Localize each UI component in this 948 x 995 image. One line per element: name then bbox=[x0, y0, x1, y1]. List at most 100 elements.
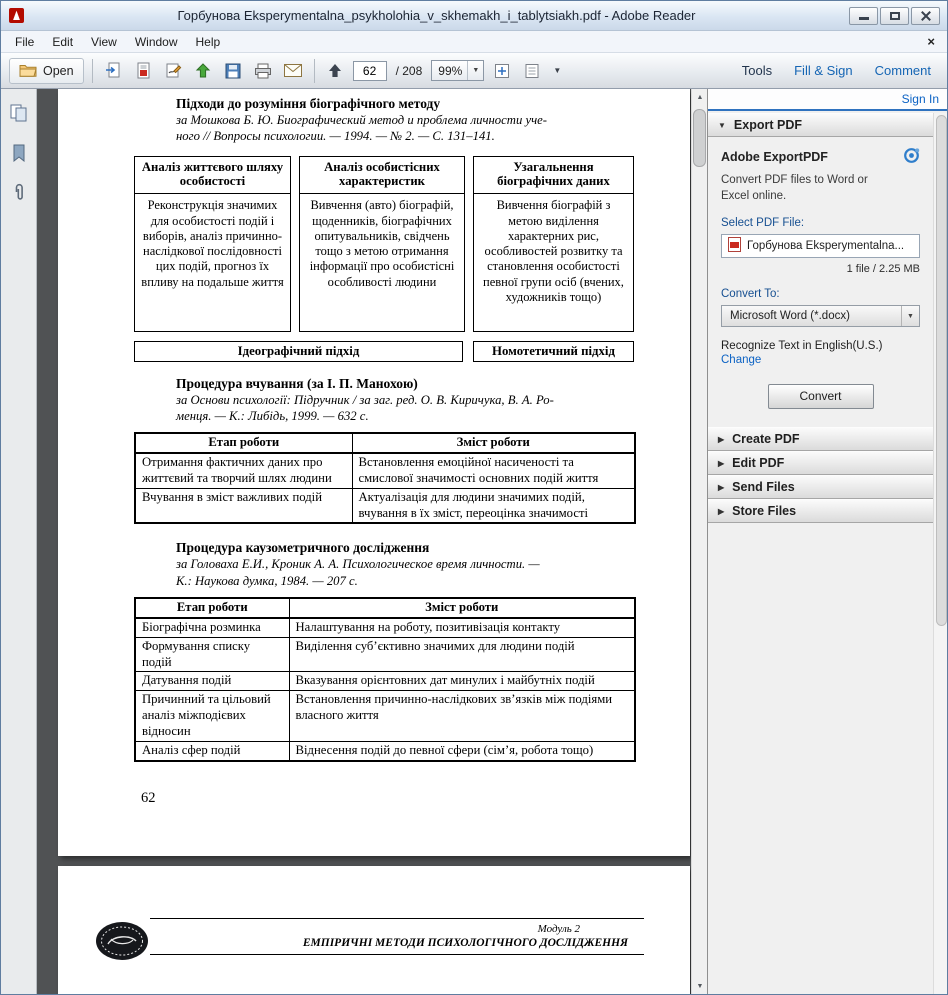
create-pdf-section-header[interactable]: ▶ Create PDF bbox=[708, 427, 933, 451]
adobe-reader-window: Горбунова Eksperymentalna_psykholohia_v_… bbox=[0, 0, 948, 995]
diagram-box-3: Узагальнення біографічних даних Вивчення… bbox=[473, 156, 634, 332]
footer-rule-bottom bbox=[150, 954, 644, 955]
restore-button[interactable] bbox=[880, 7, 909, 25]
tab-fill-sign[interactable]: Fill & Sign bbox=[794, 63, 853, 78]
page-number-input[interactable] bbox=[353, 61, 387, 81]
share-upload-icon[interactable] bbox=[191, 59, 216, 83]
scrollbar-thumb[interactable] bbox=[693, 109, 706, 167]
table-row: Біографічна розминка Налаштування на роб… bbox=[135, 618, 635, 637]
tab-comment[interactable]: Comment bbox=[875, 63, 931, 78]
table1-cell: Вчування в зміст важливих подій bbox=[135, 488, 352, 523]
nomothetic-approach-box: Номотетичний підхід bbox=[473, 341, 634, 362]
attachments-icon[interactable] bbox=[7, 181, 31, 205]
chevron-right-icon: ▶ bbox=[718, 507, 724, 516]
edit-pdf-section-header[interactable]: ▶ Edit PDF bbox=[708, 451, 933, 475]
table-row: Отримання фактичних даних про життєвий т… bbox=[135, 453, 635, 488]
diagram-box-1: Аналіз життєвого шляху особистості Рекон… bbox=[134, 156, 291, 332]
footer-module-label: Модуль 2 bbox=[150, 923, 644, 935]
table2-cell: Віднесення подій до певної сфери (сім’я,… bbox=[289, 741, 635, 760]
convert-to-select[interactable]: Microsoft Word (*.docx) ▼ bbox=[721, 305, 920, 327]
title-bar: Горбунова Eksperymentalna_psykholohia_v_… bbox=[1, 1, 947, 31]
section-title-2: Процедура вчування (за І. П. Манохою) bbox=[176, 376, 634, 392]
page-total-label: / 208 bbox=[396, 64, 423, 78]
email-icon[interactable] bbox=[281, 59, 306, 83]
page-thumbnails-icon[interactable] bbox=[7, 101, 31, 125]
file-count-size: 1 file / 2.25 MB bbox=[721, 263, 920, 275]
pdf-page-63: Модуль 2 ЕМПІРИЧНІ МЕТОДИ ПСИХОЛОГІЧНОГО… bbox=[58, 866, 690, 994]
panel-body: ▼ Export PDF Adobe ExportPDF Convert PDF… bbox=[708, 113, 933, 994]
citation-3-line1: за Головаха Е.И., Кроник А. А. Психологи… bbox=[176, 556, 634, 572]
scroll-down-icon[interactable]: ▼ bbox=[692, 978, 708, 994]
diagram-footer-row: Ідеографічний підхід Номотетичний підхід bbox=[134, 341, 634, 362]
export-pdf-panel: Adobe ExportPDF Convert PDF files to Wor… bbox=[708, 137, 933, 427]
menu-help[interactable]: Help bbox=[187, 32, 230, 52]
menu-file[interactable]: File bbox=[6, 32, 43, 52]
sign-in-bar: Sign In bbox=[708, 89, 948, 111]
export-product-name: Adobe ExportPDF bbox=[721, 150, 828, 164]
table-row: Формування списку подій Виділення суб’єк… bbox=[135, 637, 635, 672]
panel-scrollbar-thumb[interactable] bbox=[936, 115, 947, 626]
selected-file-chip[interactable]: Горбунова Eksperymentalna... bbox=[721, 234, 920, 258]
table2-header-stage: Етап роботи bbox=[135, 598, 289, 618]
menu-view[interactable]: View bbox=[82, 32, 126, 52]
document-scrollbar[interactable]: ▲ ▼ bbox=[691, 89, 707, 994]
export-convert-icon[interactable] bbox=[101, 59, 126, 83]
sign-document-icon[interactable] bbox=[161, 59, 186, 83]
zoom-dropdown-icon[interactable]: ▼ bbox=[467, 61, 483, 80]
open-button[interactable]: Open bbox=[9, 58, 84, 84]
export-description: Convert PDF files to Word or Excel onlin… bbox=[721, 173, 897, 204]
menu-window[interactable]: Window bbox=[126, 32, 187, 52]
sign-in-link[interactable]: Sign In bbox=[902, 92, 939, 106]
menu-bar: File Edit View Window Help × bbox=[1, 31, 947, 53]
close-button[interactable] bbox=[911, 7, 940, 25]
fit-window-icon[interactable] bbox=[489, 59, 514, 83]
panel-scrollbar[interactable] bbox=[933, 113, 948, 994]
document-area[interactable]: Підходи до розуміння біографічного метод… bbox=[37, 89, 691, 994]
section-title-1: Підходи до розуміння біографічного метод… bbox=[176, 96, 634, 112]
recognize-text-label: Recognize Text in English(U.S.) bbox=[721, 340, 920, 352]
footer-rules: Модуль 2 ЕМПІРИЧНІ МЕТОДИ ПСИХОЛОГІЧНОГО… bbox=[150, 918, 644, 955]
toolbar-separator bbox=[92, 59, 93, 83]
diagram-box-2-header: Аналіз особистісних характеристик bbox=[300, 157, 464, 195]
citation-1-line2: ного // Вопросы психологии. — 1994. — № … bbox=[176, 128, 634, 144]
edit-pdf-label: Edit PDF bbox=[732, 456, 784, 470]
save-icon[interactable] bbox=[221, 59, 246, 83]
table-row: Аналіз сфер подій Віднесення подій до пе… bbox=[135, 741, 635, 760]
chevron-down-icon: ▼ bbox=[718, 121, 726, 130]
adobe-reader-icon bbox=[8, 8, 24, 24]
scroll-up-icon[interactable]: ▲ bbox=[692, 89, 708, 105]
table2-cell: Виділення суб’єктивно значимих для людин… bbox=[289, 637, 635, 672]
table-row: Причинний та цільовий аналіз міжподієвих… bbox=[135, 691, 635, 742]
toolbar-overflow-icon[interactable]: ▼ bbox=[549, 66, 565, 75]
diagram-box-2: Аналіз особистісних характеристик Вивчен… bbox=[299, 156, 465, 332]
create-pdf-icon[interactable] bbox=[131, 59, 156, 83]
convert-button[interactable]: Convert bbox=[768, 384, 874, 409]
minimize-button[interactable] bbox=[849, 7, 878, 25]
table1-header-content: Зміст роботи bbox=[352, 433, 635, 453]
page-number: 62 bbox=[141, 790, 634, 807]
open-button-label: Open bbox=[43, 64, 74, 78]
export-pdf-header-label: Export PDF bbox=[734, 118, 802, 132]
zoom-control[interactable]: 99% ▼ bbox=[431, 60, 484, 81]
close-document-icon[interactable]: × bbox=[927, 34, 935, 49]
send-files-section-header[interactable]: ▶ Send Files bbox=[708, 475, 933, 499]
change-language-link[interactable]: Change bbox=[721, 354, 920, 366]
diagram-box-3-header: Узагальнення біографічних даних bbox=[474, 157, 633, 195]
previous-page-icon[interactable] bbox=[323, 59, 348, 83]
store-files-section-header[interactable]: ▶ Store Files bbox=[708, 499, 933, 523]
table2-cell: Вказування орієнтовних дат минулих і май… bbox=[289, 672, 635, 691]
diagram-box-2-body: Вивчення (авто) біографій, щоденників, б… bbox=[300, 194, 464, 330]
reading-mode-icon[interactable] bbox=[519, 59, 544, 83]
print-icon[interactable] bbox=[251, 59, 276, 83]
causometric-procedure-table: Етап роботи Зміст роботи Біографічна роз… bbox=[134, 597, 636, 762]
citation-1-line1: за Мошкова Б. Ю. Биографический метод и … bbox=[176, 112, 634, 128]
publisher-logo bbox=[94, 920, 150, 967]
section-title-3: Процедура каузометричного дослідження bbox=[176, 540, 634, 556]
export-pdf-section-header[interactable]: ▼ Export PDF bbox=[708, 113, 933, 137]
diagram-box-1-header: Аналіз життєвого шляху особистості bbox=[135, 157, 290, 195]
menu-edit[interactable]: Edit bbox=[43, 32, 82, 52]
bookmarks-icon[interactable] bbox=[7, 141, 31, 165]
citation-2-line2: менця. — К.: Либідь, 1999. — 632 с. bbox=[176, 408, 634, 424]
tab-tools[interactable]: Tools bbox=[742, 63, 772, 78]
table2-cell: Налаштування на роботу, позитивізація ко… bbox=[289, 618, 635, 637]
